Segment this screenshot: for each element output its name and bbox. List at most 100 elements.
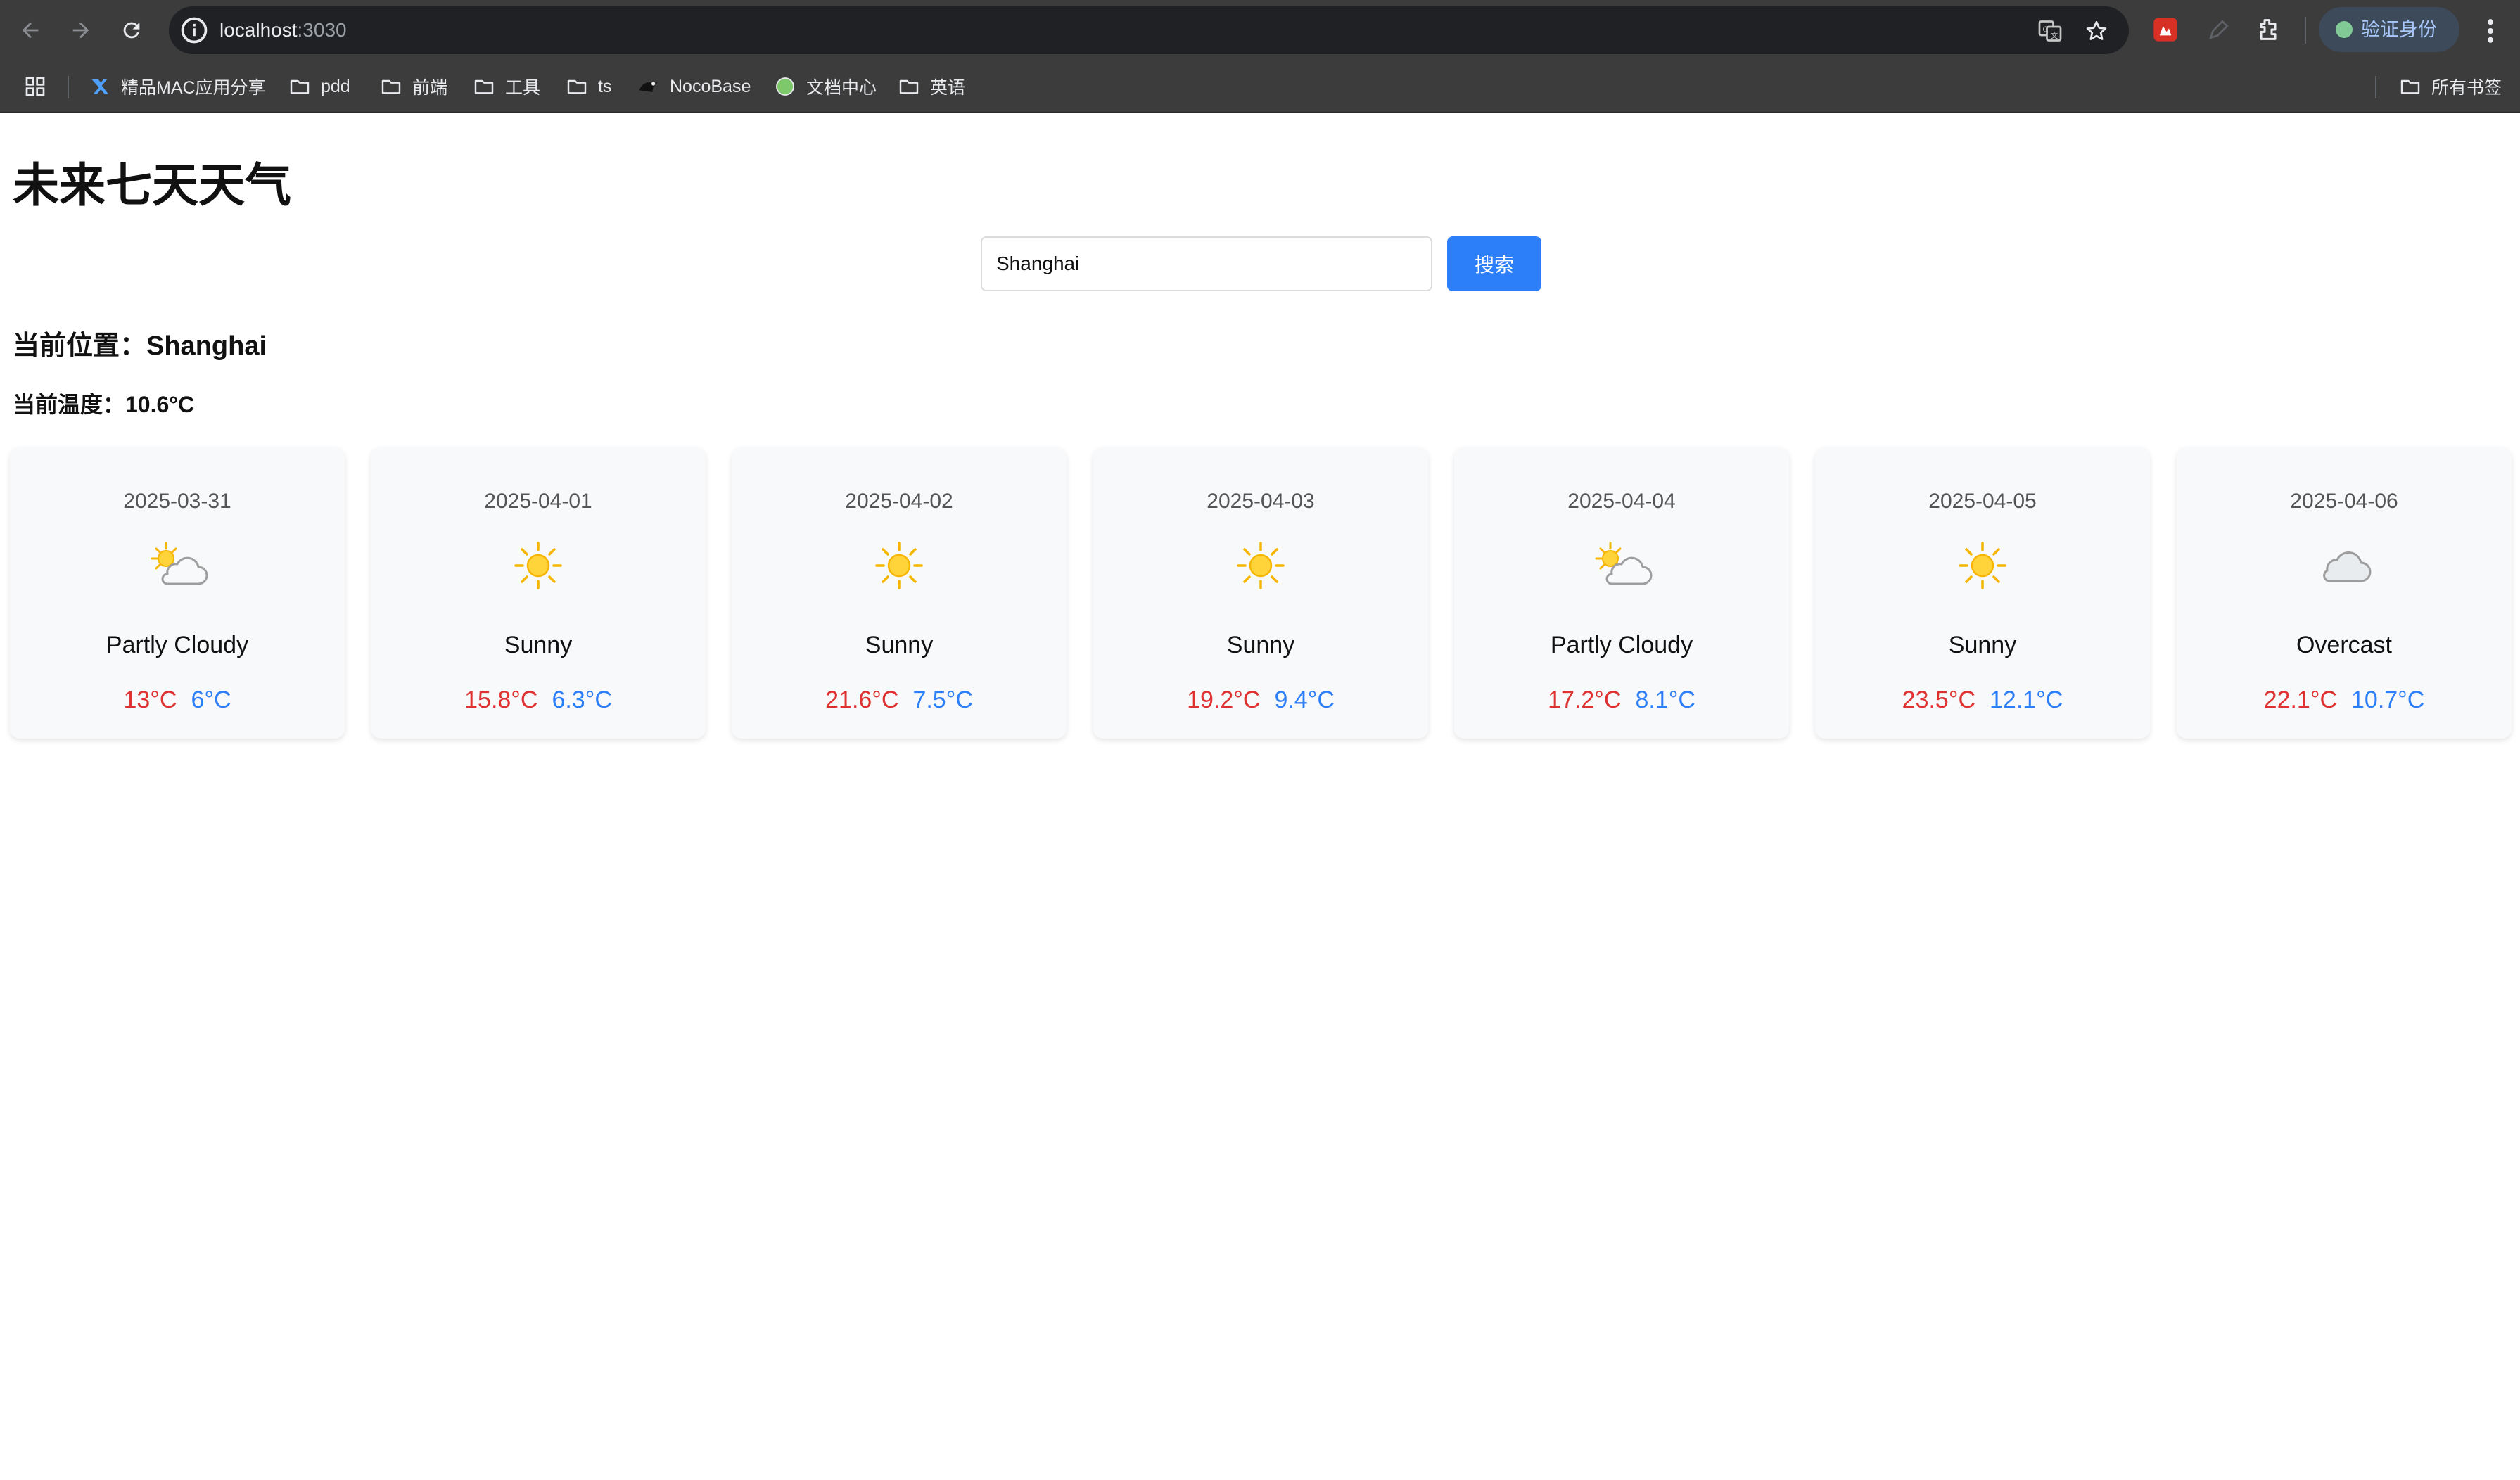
bookmark-folder-pdd[interactable]: pdd (288, 60, 350, 113)
forecast-temps: 19.2°C 9.4°C (1093, 687, 1428, 714)
forecast-card: 2025-04-06 Overcast 22.1°C 10.7°C (2177, 447, 2512, 739)
svg-text:文: 文 (2051, 31, 2058, 40)
bookmark-separator (68, 76, 69, 98)
bookmarks-bar: 精品MAC应用分享 pdd 前端 工具 ts NocoBase 文档中心 英语 … (0, 60, 2520, 113)
min-temperature: 10.7°C (2351, 687, 2425, 713)
forecast-temps: 15.8°C 6.3°C (371, 687, 706, 714)
folder-icon (899, 79, 919, 94)
bookmark-label: 工具 (505, 78, 541, 98)
forecast-date: 2025-04-05 (1928, 490, 2037, 513)
cloud-icon (2323, 551, 2372, 582)
sun-icon (875, 542, 923, 589)
bookmark-folder-english[interactable]: 英语 (898, 60, 965, 113)
forecast-condition: Sunny (1948, 632, 2017, 658)
forecast-card: 2025-04-01 Sunny 15.8°C 6.3°C (371, 447, 706, 739)
forecast-temps: 13°C 6°C (10, 687, 345, 714)
forecast-list: 2025-03-31 Partly Cloudy 13°C 6°C 2025-04… (10, 447, 2512, 739)
forecast-temps: 21.6°C 7.5°C (732, 687, 1067, 714)
bookmark-label: 英语 (930, 78, 966, 98)
forecast-date: 2025-04-01 (484, 490, 592, 513)
folder-icon (474, 79, 494, 94)
max-temperature: 22.1°C (2263, 687, 2337, 713)
all-bookmarks-label: 所有书签 (2431, 78, 2502, 98)
min-temperature: 6°C (191, 687, 231, 713)
forecast-temps: 22.1°C 10.7°C (2177, 687, 2512, 714)
pen-extension-icon[interactable] (2205, 15, 2233, 44)
bookmark-label: 文档中心 (806, 78, 877, 98)
bookmark-label: pdd (321, 76, 350, 96)
forecast-condition: Overcast (2296, 632, 2393, 658)
search-input[interactable] (981, 236, 1432, 291)
max-temperature: 21.6°C (825, 687, 899, 713)
url-port: :3030 (297, 19, 347, 41)
app-logo-icon (91, 79, 108, 94)
forecast-card: 2025-04-05 Sunny 23.5°C 12.1°C (1815, 447, 2150, 739)
star-icon[interactable] (2084, 18, 2109, 44)
forecast-temps: 23.5°C 12.1°C (1815, 687, 2150, 714)
apps-icon[interactable] (24, 60, 56, 113)
forecast-date: 2025-04-06 (2290, 490, 2398, 513)
avatar (2336, 21, 2353, 38)
forecast-condition: Sunny (1226, 632, 1295, 658)
folder-icon (381, 79, 401, 94)
bookmark-nocobase[interactable]: NocoBase (637, 60, 751, 113)
bookmark-label: 精品MAC应用分享 (121, 78, 266, 98)
partly-cloudy-icon (1595, 542, 1653, 585)
nocobase-icon (639, 82, 658, 92)
page-content: 未来七天天气 搜索 当前位置：Shanghai 当前温度：10.6°C 2025… (0, 113, 2520, 1480)
min-temperature: 6.3°C (552, 687, 612, 713)
bookmark-label: 前端 (412, 78, 448, 98)
site-info-icon[interactable] (179, 15, 210, 46)
more-icon[interactable] (2482, 15, 2499, 46)
max-temperature: 23.5°C (1902, 687, 1975, 713)
partly-cloudy-icon (151, 542, 208, 585)
profile-button[interactable]: 验证身份 (2319, 7, 2459, 52)
sun-icon (1237, 542, 1285, 589)
forecast-date: 2025-04-03 (1207, 490, 1315, 513)
all-bookmarks-button[interactable]: 所有书签 (2399, 60, 2502, 113)
bookmark-mac-apps[interactable]: 精品MAC应用分享 (89, 60, 266, 113)
max-temperature: 15.8°C (464, 687, 538, 713)
forecast-date: 2025-03-31 (123, 490, 231, 513)
forecast-date: 2025-04-02 (845, 490, 953, 513)
min-temperature: 9.4°C (1274, 687, 1335, 713)
bookmark-folder-tools[interactable]: 工具 (473, 60, 540, 113)
address-bar[interactable]: localhost:3030 G 文 (169, 6, 2129, 54)
folder-icon (567, 79, 587, 94)
bookmark-separator (2375, 76, 2376, 98)
extension-icon[interactable] (2151, 15, 2179, 44)
url-host: localhost (219, 19, 298, 41)
page-title: 未来七天天气 (13, 159, 291, 211)
url-text[interactable]: localhost:3030 (219, 6, 347, 54)
forecast-date: 2025-04-04 (1567, 490, 1676, 513)
sun-icon (514, 542, 562, 589)
forecast-card: 2025-04-04 Partly Cloudy 17.2°C 8.1°C (1454, 447, 1789, 739)
bookmark-folder-frontend[interactable]: 前端 (380, 60, 447, 113)
search-button[interactable]: 搜索 (1447, 236, 1541, 291)
back-icon[interactable] (14, 14, 46, 46)
min-temperature: 12.1°C (1990, 687, 2063, 713)
min-temperature: 7.5°C (912, 687, 973, 713)
forward-icon[interactable] (65, 14, 97, 46)
max-temperature: 13°C (123, 687, 177, 713)
current-temperature: 当前温度：10.6°C (13, 392, 195, 417)
folder-icon (290, 79, 310, 94)
bookmark-docs-center[interactable]: 文档中心 (774, 60, 877, 113)
max-temperature: 19.2°C (1187, 687, 1261, 713)
current-location: 当前位置：Shanghai (13, 331, 267, 361)
forecast-card: 2025-04-02 Sunny 21.6°C 7.5°C (732, 447, 1067, 739)
svg-text:G: G (2043, 26, 2049, 34)
forecast-card: 2025-04-03 Sunny 19.2°C 9.4°C (1093, 447, 1428, 739)
max-temperature: 17.2°C (1548, 687, 1622, 713)
globe-icon (776, 77, 794, 96)
bookmark-label: ts (598, 76, 612, 96)
translate-icon[interactable]: G 文 (2037, 18, 2063, 44)
puzzle-icon[interactable] (2254, 15, 2282, 44)
bookmark-folder-ts[interactable]: ts (566, 60, 611, 113)
forecast-condition: Sunny (865, 632, 934, 658)
profile-label: 验证身份 (2361, 19, 2437, 40)
forecast-card: 2025-03-31 Partly Cloudy 13°C 6°C (10, 447, 345, 739)
reload-icon[interactable] (115, 14, 148, 46)
sun-icon (1959, 542, 2006, 589)
toolbar-divider (2305, 17, 2306, 44)
